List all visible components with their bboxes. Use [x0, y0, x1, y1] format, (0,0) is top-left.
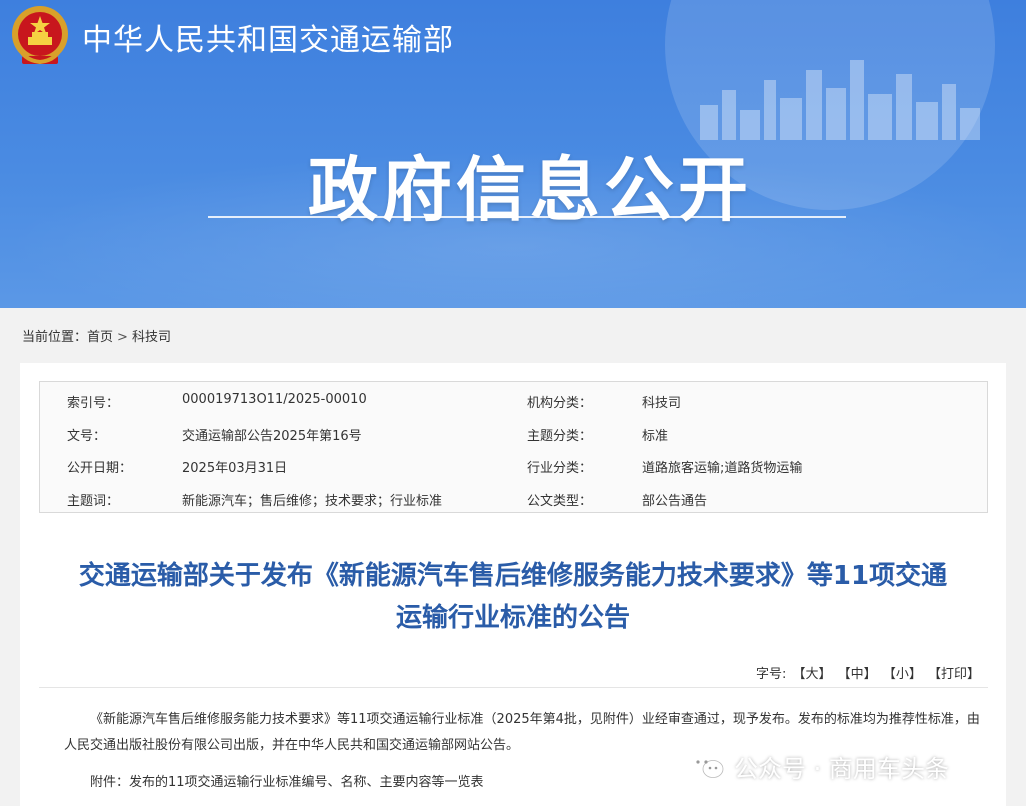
font-small-button[interactable]: 【小】: [883, 667, 922, 682]
font-size-toolbar: 字号: 【大】 【中】 【小】 【打印】: [756, 663, 980, 682]
breadcrumb: 当前位置：首页 > 科技司: [22, 326, 171, 345]
print-button[interactable]: 【打印】: [928, 667, 980, 682]
banner-title: 政府信息公开: [308, 149, 752, 231]
meta-row: 索引号： 000019713O11/2025-00010 机构分类： 科技司: [40, 384, 989, 416]
meta-value: 道路旅客运输;道路货物运输: [642, 461, 803, 476]
meta-key: 文号：: [67, 429, 107, 444]
font-medium-button[interactable]: 【中】: [838, 667, 877, 682]
meta-value: 交通运输部公告2025年第16号: [182, 429, 362, 444]
meta-value: 新能源汽车；售后维修；技术要求；行业标准: [182, 494, 443, 509]
meta-value: 科技司: [642, 396, 682, 411]
document-title-line: 交通运输部关于发布《新能源汽车售后维修服务能力技术要求》等11项交通: [78, 561, 948, 591]
document-meta-table: 索引号： 000019713O11/2025-00010 机构分类： 科技司 文…: [39, 381, 988, 513]
watermark-text: 公众号 · 商用车头条: [734, 754, 949, 783]
banner-divider: [208, 216, 846, 218]
document-title-line: 运输行业标准的公告: [395, 603, 630, 633]
meta-row: 文号： 交通运输部公告2025年第16号 主题分类： 标准: [40, 417, 989, 449]
meta-value: 2025年03月31日: [182, 461, 288, 476]
content-card: 索引号： 000019713O11/2025-00010 机构分类： 科技司 文…: [20, 363, 1006, 806]
meta-key: 主题词：: [67, 494, 120, 509]
breadcrumb-current-link[interactable]: 科技司: [132, 330, 171, 345]
breadcrumb-separator: >: [117, 330, 128, 345]
attachment-link[interactable]: 附件：发布的11项交通运输行业标准编号、名称、主要内容等一览表: [90, 771, 484, 790]
meta-key: 主题分类：: [527, 429, 593, 444]
breadcrumb-home-link[interactable]: 首页: [87, 330, 113, 345]
national-emblem-icon: [12, 6, 68, 65]
header-banner: 中华人民共和国交通运输部 政府信息公开: [0, 0, 1026, 308]
meta-row: 主题词： 新能源汽车；售后维修；技术要求；行业标准 公文类型： 部公告通告: [40, 482, 989, 514]
meta-value: 标准: [642, 429, 669, 444]
meta-row: 公开日期： 2025年03月31日 行业分类： 道路旅客运输;道路货物运输: [40, 449, 989, 481]
font-large-button[interactable]: 【大】: [793, 667, 832, 682]
breadcrumb-label: 当前位置：: [22, 330, 88, 345]
content-divider: [39, 687, 988, 688]
font-size-label: 字号:: [755, 667, 787, 682]
meta-key: 索引号：: [67, 396, 120, 411]
meta-key: 机构分类：: [527, 396, 593, 411]
site-name[interactable]: 中华人民共和国交通运输部: [82, 15, 454, 59]
meta-value: 000019713O11/2025-00010: [182, 392, 367, 407]
meta-key: 行业分类：: [527, 461, 593, 476]
meta-value: 部公告通告: [642, 494, 708, 509]
skyline-graphic: [700, 60, 980, 140]
watermark: 公众号 · 商用车头条: [688, 750, 949, 783]
meta-key: 公文类型：: [527, 494, 593, 509]
wechat-icon: [690, 754, 724, 778]
meta-key: 公开日期：: [67, 461, 133, 476]
document-title: 交通运输部关于发布《新能源汽车售后维修服务能力技术要求》等11项交通 运输行业标…: [20, 555, 1006, 639]
